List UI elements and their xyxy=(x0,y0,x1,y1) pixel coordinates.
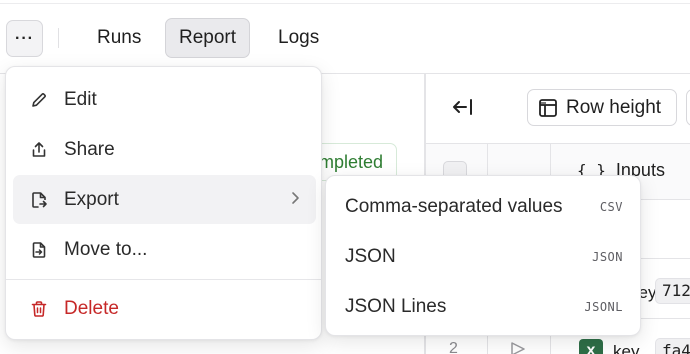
tab-logs-label: Logs xyxy=(278,27,320,48)
top-bar: ··· Runs Report Logs xyxy=(0,0,690,74)
tab-runs-label: Runs xyxy=(97,27,142,48)
x-badge-icon: x xyxy=(579,339,603,354)
pencil-icon xyxy=(30,91,48,109)
menu-item-move-to-label: Move to... xyxy=(64,238,148,260)
row-height-button[interactable]: Row height xyxy=(527,89,677,126)
more-options-button[interactable]: ··· xyxy=(6,20,43,57)
share-icon xyxy=(30,141,48,159)
menu-divider xyxy=(6,279,321,280)
export-file-icon xyxy=(30,191,48,209)
row-value-chip: fa4 xyxy=(655,338,690,354)
grid-line xyxy=(426,143,690,144)
more-options-label: ··· xyxy=(15,29,34,47)
export-csv-option[interactable]: Comma-separated values CSV xyxy=(333,182,635,231)
export-csv-shortcut: CSV xyxy=(599,199,623,214)
row-value-chip: 712 xyxy=(655,278,690,304)
export-json-option[interactable]: JSON JSON xyxy=(333,232,635,281)
export-json-label: JSON xyxy=(345,245,396,267)
tab-logs[interactable]: Logs xyxy=(264,18,333,58)
chevron-right-icon xyxy=(292,192,299,204)
menu-item-delete-label: Delete xyxy=(64,297,119,319)
table-icon xyxy=(539,98,557,117)
export-jsonl-shortcut: JSONL xyxy=(584,299,623,314)
toolbar-next-button[interactable] xyxy=(686,89,690,126)
menu-item-delete[interactable]: Delete xyxy=(13,284,316,333)
export-csv-label: Comma-separated values xyxy=(345,195,563,217)
tab-report-label: Report xyxy=(179,27,237,48)
export-jsonl-option[interactable]: JSON Lines JSONL xyxy=(333,282,635,331)
row-height-label: Row height xyxy=(566,96,662,118)
collapse-left-icon[interactable] xyxy=(446,92,480,122)
menu-item-export[interactable]: Export xyxy=(13,175,316,224)
tab-runs[interactable]: Runs xyxy=(83,18,155,58)
topbar-separator xyxy=(58,28,59,48)
menu-item-share-label: Share xyxy=(64,138,115,160)
row-key-text: key xyxy=(613,342,640,354)
play-icon[interactable] xyxy=(510,342,526,354)
topbar-edge-line xyxy=(0,3,690,4)
menu-item-edit-label: Edit xyxy=(64,88,97,110)
tab-report[interactable]: Report xyxy=(165,18,251,58)
menu-item-export-label: Export xyxy=(64,188,119,210)
export-submenu: Comma-separated values CSV JSON JSON JSO… xyxy=(325,175,641,336)
collapse-left-icon-svg xyxy=(453,99,472,115)
menu-item-share[interactable]: Share xyxy=(13,125,316,174)
trash-icon xyxy=(30,300,48,318)
move-file-icon xyxy=(30,241,48,259)
export-jsonl-label: JSON Lines xyxy=(345,295,447,317)
more-options-menu: Edit Share Export Move to... Delete xyxy=(5,66,322,340)
row-number: 2 xyxy=(449,340,458,354)
export-json-shortcut: JSON xyxy=(592,249,623,264)
menu-item-edit[interactable]: Edit xyxy=(13,75,316,124)
menu-item-move-to[interactable]: Move to... xyxy=(13,225,316,274)
